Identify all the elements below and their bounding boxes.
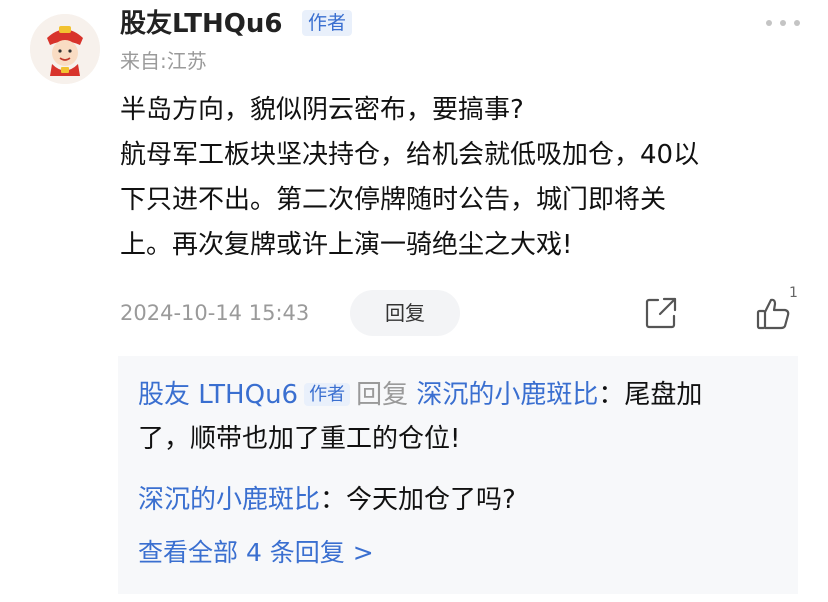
- reply-button[interactable]: 回复: [350, 290, 460, 336]
- reply-author-link[interactable]: 股友 LTHQu6: [138, 380, 298, 410]
- origin-location: 来自:江苏: [120, 49, 207, 73]
- reply-text: 今天加仓了吗?: [346, 485, 516, 515]
- post-timestamp: 2024-10-14 15:43: [120, 301, 310, 325]
- reply-text: 尾盘加: [624, 380, 703, 410]
- reply-item[interactable]: 深沉的小鹿斑比：今天加仓了吗?: [138, 478, 783, 522]
- avatar[interactable]: [30, 14, 100, 84]
- reply-colon: ：: [320, 485, 347, 515]
- reply-author-link[interactable]: 深沉的小鹿斑比: [138, 485, 320, 515]
- reply-target-link[interactable]: 深沉的小鹿斑比: [416, 380, 598, 410]
- reply-item[interactable]: 股友 LTHQu6 作者 回复 深沉的小鹿斑比：尾盘加 了，顺带也加了重工的仓位!: [138, 373, 783, 461]
- post-content-line: 上。再次复牌或许上演一骑绝尘之大戏!: [120, 230, 573, 260]
- more-dots-icon[interactable]: [766, 18, 800, 28]
- reply-word: 回复: [356, 380, 409, 410]
- post-content-line: 下只进不出。第二次停牌随时公告，城门即将关: [120, 185, 667, 215]
- avatar-image: [30, 14, 100, 84]
- post-content-line: 航母军工板块坚决持仓，给机会就低吸加仓，40以: [120, 140, 700, 170]
- author-badge: 作者: [304, 383, 351, 406]
- like-count: 1: [789, 285, 798, 301]
- author-badge: 作者: [302, 10, 353, 36]
- thumbs-up-icon[interactable]: [756, 296, 792, 332]
- post-content-line: 半岛方向，貌似阴云密布，要搞事?: [120, 95, 524, 125]
- username[interactable]: 股友LTHQu6: [120, 8, 282, 40]
- post-content: 半岛方向，貌似阴云密布，要搞事? 航母军工板块坚决持仓，给机会就低吸加仓，40以…: [120, 88, 790, 268]
- reply-text: 了，顺带也加了重工的仓位!: [138, 424, 461, 454]
- reply-thread: 股友 LTHQu6 作者 回复 深沉的小鹿斑比：尾盘加 了，顺带也加了重工的仓位! …: [118, 356, 798, 594]
- share-icon[interactable]: [644, 296, 678, 330]
- reply-colon: ：: [598, 380, 625, 410]
- view-all-replies-link[interactable]: 查看全部 4 条回复 >: [138, 531, 374, 575]
